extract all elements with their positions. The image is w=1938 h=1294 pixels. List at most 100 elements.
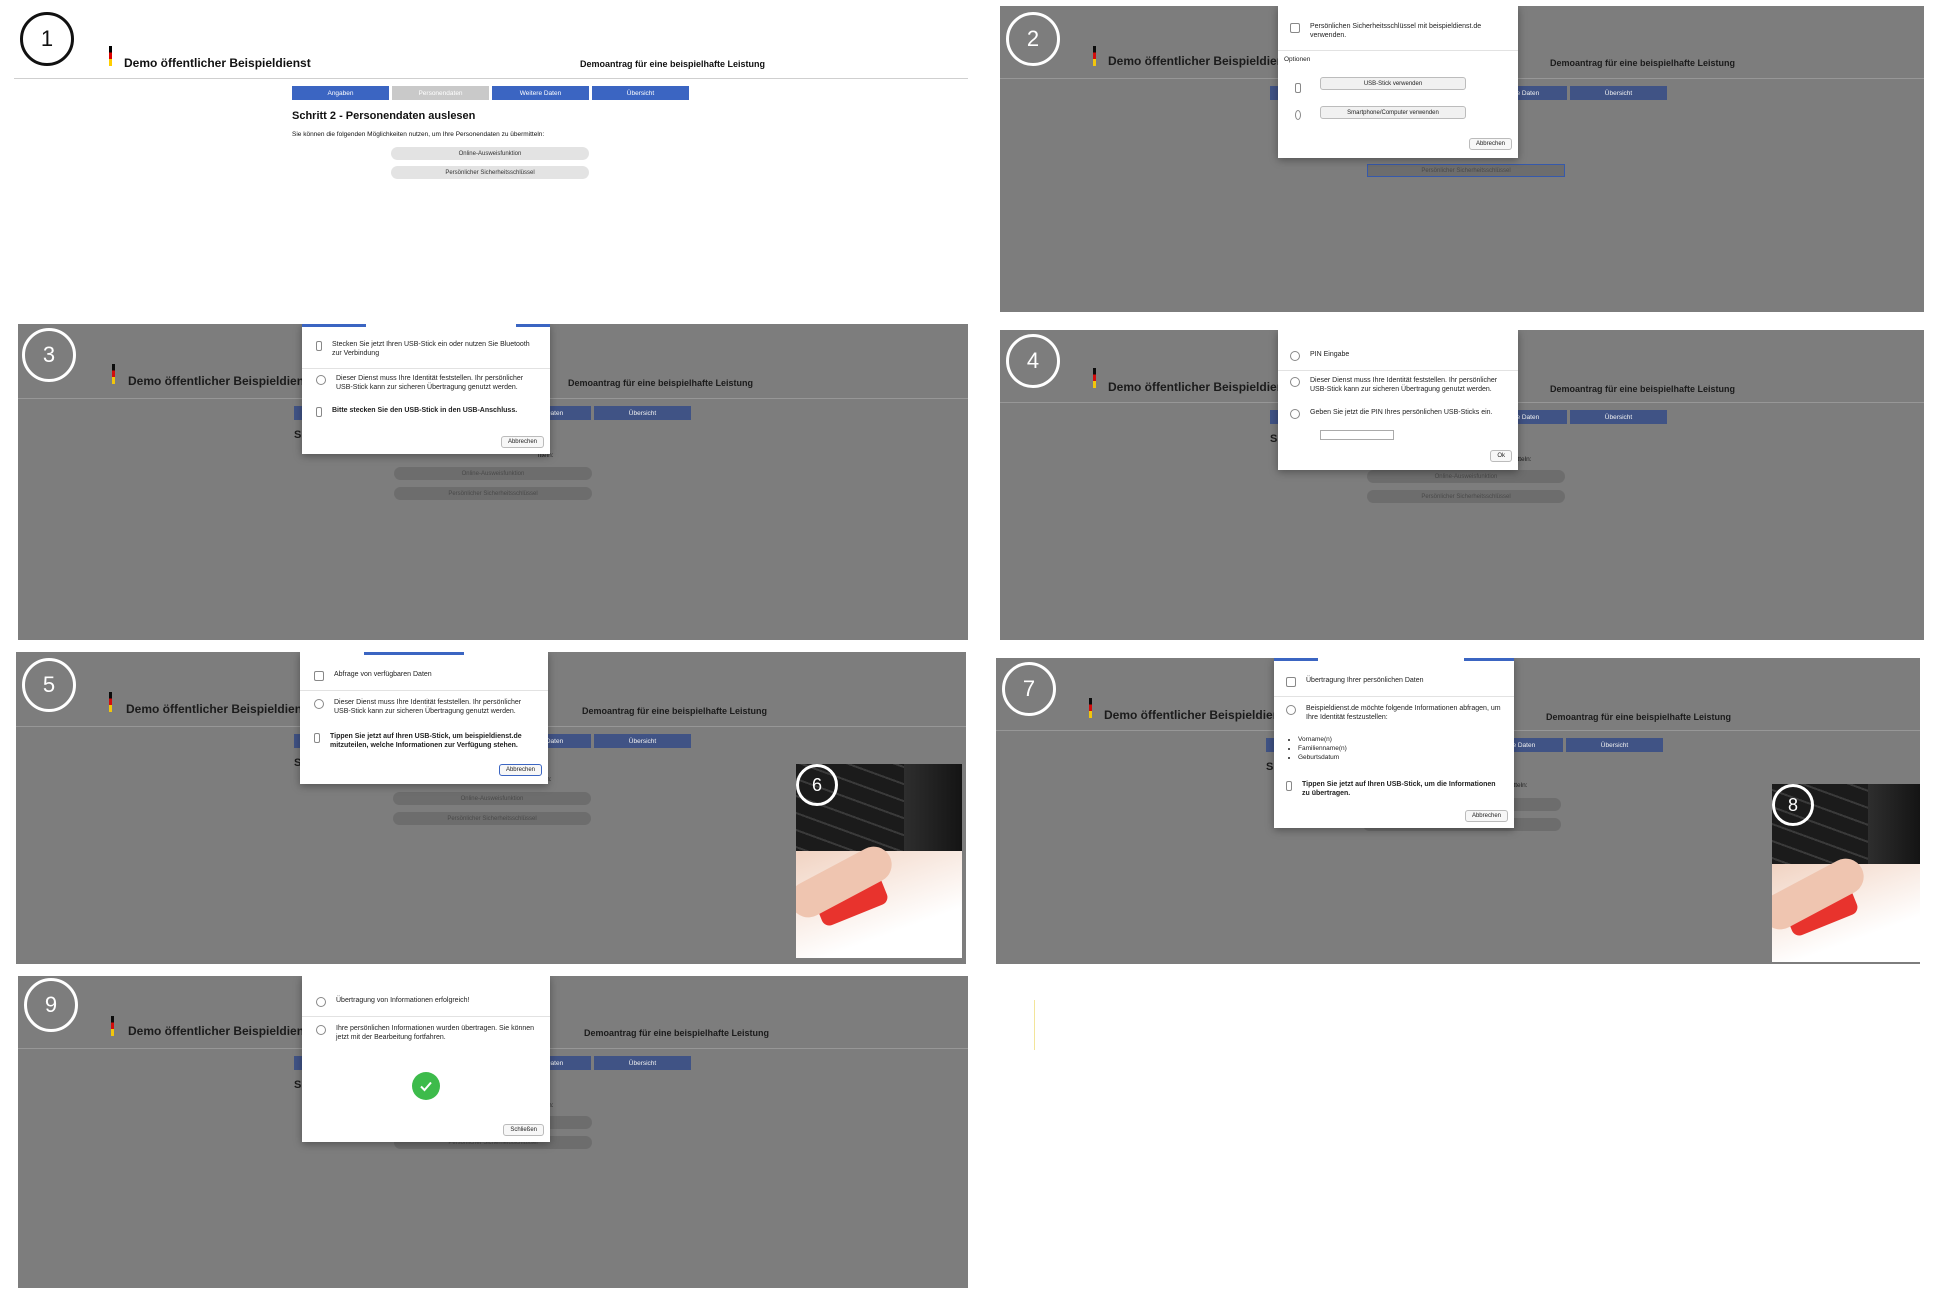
sicherheitsschluessel-button[interactable]: Persönlicher Sicherheitsschlüssel xyxy=(391,166,589,179)
sicherheitsschluessel-button[interactable]: Persönlicher Sicherheitsschlüssel xyxy=(1367,164,1565,177)
dialog-instruction: Tippen Sie jetzt auf Ihren USB-Stick, um… xyxy=(314,732,539,751)
usb-icon xyxy=(1286,781,1292,791)
step-1-panel: 1 Demo öffentlicher Beispieldienst Demoa… xyxy=(14,4,968,314)
step-badge: 9 xyxy=(24,978,78,1032)
dialog-heading: Stecken Sie jetzt Ihren USB-Stick ein od… xyxy=(332,341,530,358)
usb-icon xyxy=(316,341,322,351)
info-icon xyxy=(314,699,324,709)
dialog-info: Dieser Dienst muss Ihre Identität festst… xyxy=(314,698,539,717)
step-badge: 6 xyxy=(796,764,838,806)
demo-title: Demoantrag für eine beispielhafte Leistu… xyxy=(1550,58,1736,68)
flag-icon xyxy=(111,1016,114,1036)
dialog-info: Dieser Dienst muss Ihre Identität festst… xyxy=(1290,376,1508,395)
flag-icon xyxy=(109,692,112,712)
step-intro: Sie können die folgenden Möglichkeiten n… xyxy=(292,131,545,138)
online-ausweis-button[interactable]: Online-Ausweisfunktion xyxy=(1367,470,1565,483)
dialog-header: PIN Eingabe xyxy=(1290,350,1508,361)
dialog-instruction-text: Tippen Sie jetzt auf Ihren USB-Stick, um… xyxy=(1302,781,1496,798)
page-title-fragment: S xyxy=(1270,433,1278,445)
tab-uebersicht[interactable]: Übersicht xyxy=(1570,410,1667,424)
flag-icon xyxy=(1093,368,1096,388)
dialog-divider xyxy=(302,1016,550,1017)
step-badge: 3 xyxy=(22,328,76,382)
tab-weitere-daten[interactable]: Weitere Daten xyxy=(492,86,589,100)
options-label: Optionen xyxy=(1284,56,1311,63)
tab-uebersicht[interactable]: Übersicht xyxy=(594,1056,691,1070)
dialog-info-text: Dieser Dienst muss Ihre Identität festst… xyxy=(336,375,524,392)
ok-button[interactable]: Ok xyxy=(1490,450,1512,462)
intro-fragment: itteln: xyxy=(1516,456,1532,463)
cancel-button[interactable]: Abbrechen xyxy=(1464,810,1508,822)
brand-title[interactable]: Demo öffentlicher Beispieldienst xyxy=(124,56,311,70)
flag-icon xyxy=(112,364,115,384)
dialog-info: Dieser Dienst muss Ihre Identität festst… xyxy=(316,374,541,393)
key-icon xyxy=(1286,677,1296,687)
tab-angaben[interactable]: Angaben xyxy=(292,86,389,100)
phone-icon xyxy=(1295,110,1301,120)
cancel-button[interactable]: Abbrechen xyxy=(498,764,542,776)
tab-uebersicht[interactable]: Übersicht xyxy=(594,406,691,420)
header-divider xyxy=(14,78,968,79)
demo-title: Demoantrag für eine beispielhafte Leistu… xyxy=(580,59,766,69)
smartphone-button[interactable]: Smartphone/Computer verwenden xyxy=(1320,106,1466,119)
dialog-info-text: Beispieldienst.de möchte folgende Inform… xyxy=(1306,705,1501,722)
cancel-button[interactable]: Abbrechen xyxy=(1468,138,1512,150)
demo-title: Demoantrag für eine beispielhafte Leistu… xyxy=(1546,712,1732,722)
step-badge: 5 xyxy=(22,658,76,712)
dialog-info: Ihre persönlichen Informationen wurden ü… xyxy=(316,1024,541,1043)
dialog-info: Beispieldienst.de möchte folgende Inform… xyxy=(1286,704,1504,723)
dialog-header: Stecken Sie jetzt Ihren USB-Stick ein od… xyxy=(316,340,541,359)
key-icon xyxy=(314,671,324,681)
dialog-header: Abfrage von verfügbaren Daten xyxy=(314,670,539,681)
info-icon xyxy=(1290,409,1300,419)
dialog-heading: Übertragung Ihrer persönlichen Daten xyxy=(1306,677,1424,684)
dialog-info-text: Dieser Dienst muss Ihre Identität festst… xyxy=(1310,377,1498,394)
step-badge: 1 xyxy=(20,12,74,66)
cancel-button[interactable]: Abbrechen xyxy=(500,436,544,448)
key-icon xyxy=(1290,23,1300,33)
sicherheitsschluessel-button[interactable]: Persönlicher Sicherheitsschlüssel xyxy=(393,812,591,825)
key-options-dialog: Persönlichen Sicherheitsschlüssel mit be… xyxy=(1278,6,1518,158)
brand-title: Demo öffentlicher Beispieldienst xyxy=(1104,708,1291,722)
tab-uebersicht[interactable]: Übersicht xyxy=(592,86,689,100)
flag-icon xyxy=(1089,698,1092,718)
pin-input[interactable] xyxy=(1320,430,1394,440)
tab-personendaten[interactable]: Personendaten xyxy=(392,86,489,100)
step-badge: 4 xyxy=(1006,334,1060,388)
usb-stick-button[interactable]: USB-Stick verwenden xyxy=(1320,77,1466,90)
dialog-header: Übertragung von Informationen erfolgreic… xyxy=(316,996,541,1007)
step-7-panel: 7 Demo öffentlicher Beispieldienst Demoa… xyxy=(996,658,1920,964)
progress-bar-left xyxy=(302,324,366,327)
insert-usb-dialog: Stecken Sie jetzt Ihren USB-Stick ein od… xyxy=(302,324,550,454)
info-icon xyxy=(316,1025,326,1035)
step-badge: 8 xyxy=(1772,784,1814,826)
close-button[interactable]: Schließen xyxy=(503,1124,544,1136)
online-ausweis-button[interactable]: Online-Ausweisfunktion xyxy=(394,467,592,480)
tab-uebersicht[interactable]: Übersicht xyxy=(1566,738,1663,752)
online-ausweis-button[interactable]: Online-Ausweisfunktion xyxy=(391,147,589,160)
usb-touch-photo: 8 xyxy=(1772,784,1920,962)
info-icon xyxy=(1286,705,1296,715)
dialog-heading: PIN Eingabe xyxy=(1310,351,1350,358)
sicherheitsschluessel-button[interactable]: Persönlicher Sicherheitsschlüssel xyxy=(394,487,592,500)
dialog-divider xyxy=(1278,50,1518,51)
brand-title: Demo öffentlicher Beispieldienst xyxy=(128,374,315,388)
flag-icon xyxy=(1093,46,1096,66)
tab-uebersicht[interactable]: Übersicht xyxy=(594,734,691,748)
dialog-instruction-text: Bitte stecken Sie den USB-Stick in den U… xyxy=(332,407,518,414)
success-dialog: Übertragung von Informationen erfolgreic… xyxy=(302,976,550,1142)
sicherheitsschluessel-button[interactable]: Persönlicher Sicherheitsschlüssel xyxy=(1367,490,1565,503)
step-5-panel: 5 Demo öffentlicher Beispieldienst Demoa… xyxy=(16,652,966,964)
dialog-info-text: Dieser Dienst muss Ihre Identität festst… xyxy=(334,699,522,716)
intro-fragment: itteln: xyxy=(1512,782,1528,789)
tab-uebersicht[interactable]: Übersicht xyxy=(1570,86,1667,100)
step-tabs: Angaben Personendaten Weitere Daten Über… xyxy=(292,86,689,100)
brand-title: Demo öffentlicher Beispieldienst xyxy=(1108,54,1295,68)
demo-title: Demoantrag für eine beispielhafte Leistu… xyxy=(582,706,768,716)
dialog-heading: Abfrage von verfügbaren Daten xyxy=(334,671,432,678)
progress-bar-left xyxy=(1274,658,1318,661)
dialog-divider xyxy=(302,368,550,369)
page-title-fragment: S xyxy=(294,429,302,441)
online-ausweis-button[interactable]: Online-Ausweisfunktion xyxy=(393,792,591,805)
dialog-divider xyxy=(1274,696,1514,697)
